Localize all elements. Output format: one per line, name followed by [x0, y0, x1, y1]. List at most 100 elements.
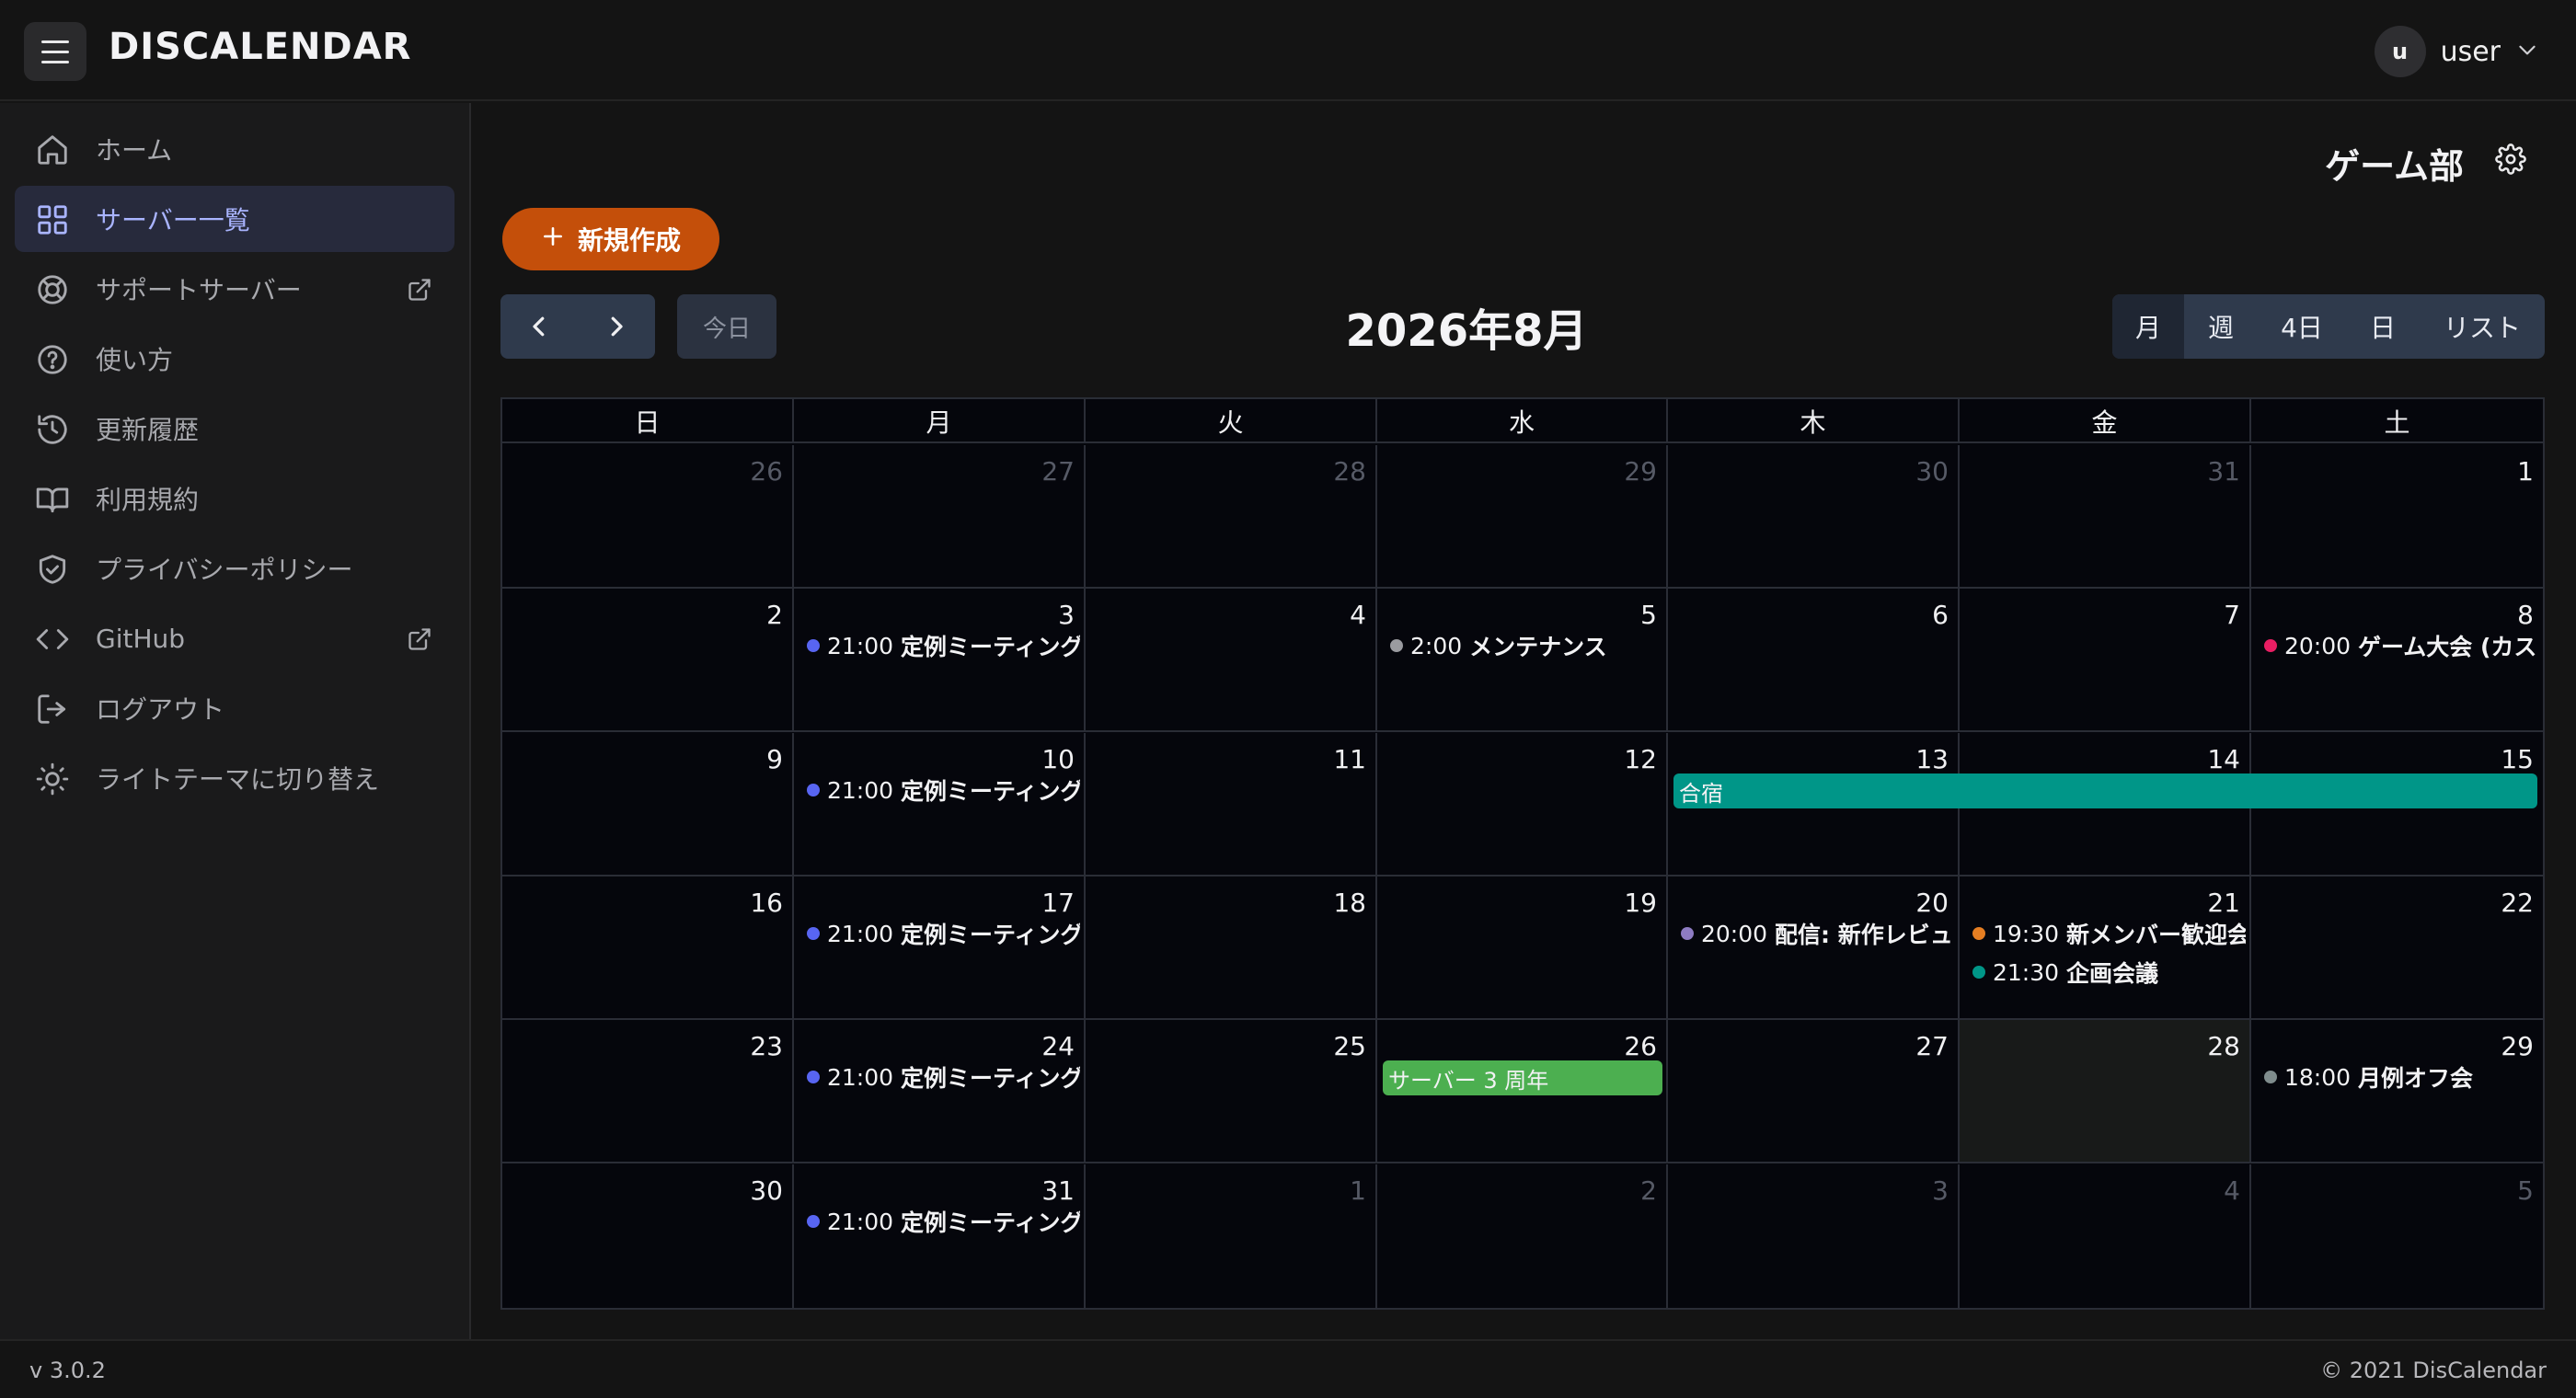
main-content: ゲーム部 新規作成 今日 2026年8月 月 週 4日 日 リスト 日月火水木金…: [473, 103, 2576, 1339]
view-list-button[interactable]: リスト: [2420, 294, 2545, 359]
event-title: 定例ミーティング: [901, 778, 1080, 805]
sidebar-item-label: ライトテーマに切り替え: [96, 764, 380, 795]
day-cell[interactable]: 3: [1668, 1164, 1960, 1308]
sidebar-item-changelog[interactable]: 更新履歴: [15, 395, 454, 462]
day-number: 14: [2207, 744, 2240, 774]
create-event-button[interactable]: 新規作成: [502, 208, 719, 270]
event-title: 月例オフ会: [2358, 1065, 2474, 1092]
day-number: 5: [1640, 600, 1657, 630]
day-number: 25: [1333, 1031, 1366, 1061]
prev-month-button[interactable]: [500, 294, 578, 359]
day-cell[interactable]: 29: [1377, 445, 1668, 589]
day-cell[interactable]: 1: [2251, 445, 2543, 589]
allday-event[interactable]: 合宿: [1673, 773, 2537, 808]
day-cell[interactable]: 27: [1668, 1020, 1960, 1163]
calendar-event[interactable]: 21:00 定例ミーティング: [807, 629, 1080, 662]
day-cell-today[interactable]: 28: [1960, 1020, 2251, 1163]
event-title: 定例ミーティング: [901, 922, 1080, 948]
gear-icon[interactable]: [2495, 143, 2526, 175]
day-number: 28: [1333, 456, 1366, 487]
weekday-header: 金: [1960, 399, 2251, 443]
day-number: 20: [1915, 888, 1949, 918]
event-time: 21:00: [827, 776, 894, 804]
day-cell[interactable]: 5: [2251, 1164, 2543, 1308]
day-cell[interactable]: 12: [1377, 733, 1668, 877]
view-4day-button[interactable]: 4日: [2258, 294, 2346, 359]
calendar-event[interactable]: 18:00 月例オフ会: [2264, 1060, 2537, 1094]
brand-logo[interactable]: DISCALENDAR: [109, 26, 411, 68]
event-title: 定例ミーティング: [901, 1209, 1080, 1236]
view-week-button[interactable]: 週: [2184, 294, 2258, 359]
sidebar-item-home[interactable]: ホーム: [15, 116, 454, 182]
day-cell[interactable]: 2: [1377, 1164, 1668, 1308]
weekday-header: 水: [1377, 399, 1668, 443]
day-number: 4: [1350, 600, 1366, 630]
day-cell[interactable]: 28: [1086, 445, 1377, 589]
day-cell[interactable]: 30: [502, 1164, 794, 1308]
logout-icon: [35, 692, 70, 727]
day-cell[interactable]: 6: [1668, 589, 1960, 732]
day-cell[interactable]: 2: [502, 589, 794, 732]
day-cell[interactable]: 16: [502, 877, 794, 1020]
sun-icon: [35, 762, 70, 796]
view-day-button[interactable]: 日: [2346, 294, 2420, 359]
day-cell[interactable]: 23: [502, 1020, 794, 1163]
calendar-event[interactable]: 2:00 メンテナンス: [1390, 629, 1662, 662]
day-cell[interactable]: 19: [1377, 877, 1668, 1020]
day-cell[interactable]: 1: [1086, 1164, 1377, 1308]
user-menu[interactable]: u user: [2374, 26, 2539, 77]
day-cell[interactable]: 22: [2251, 877, 2543, 1020]
sidebar-item-terms[interactable]: 利用規約: [15, 465, 454, 532]
day-cell[interactable]: 26: [502, 445, 794, 589]
day-cell[interactable]: 11: [1086, 733, 1377, 877]
day-cell[interactable]: 30: [1668, 445, 1960, 589]
day-cell[interactable]: 18: [1086, 877, 1377, 1020]
sidebar-item-usage[interactable]: 使い方: [15, 326, 454, 392]
calendar-event[interactable]: 19:30 新メンバー歓迎会: [1972, 917, 2246, 950]
calendar-event[interactable]: 21:00 定例ミーティング: [807, 773, 1080, 807]
app-footer: v 3.0.2 © 2021 DisCalendar: [0, 1339, 2576, 1398]
sidebar-item-logout[interactable]: ログアウト: [15, 675, 454, 741]
day-cell[interactable]: 7: [1960, 589, 2251, 732]
sidebar-item-servers[interactable]: サーバー一覧: [15, 186, 454, 252]
day-number: 24: [1041, 1031, 1075, 1061]
event-color-dot: [807, 639, 820, 652]
event-title: メンテナンス: [1469, 634, 1607, 660]
event-color-dot: [2264, 639, 2277, 652]
calendar-event[interactable]: 21:00 定例ミーティング: [807, 1205, 1080, 1238]
day-cell[interactable]: 25: [1086, 1020, 1377, 1163]
sidebar-item-privacy[interactable]: プライバシーポリシー: [15, 535, 454, 602]
day-cell[interactable]: 4: [1960, 1164, 2251, 1308]
day-number: 4: [2224, 1175, 2240, 1206]
day-number: 18: [1333, 888, 1366, 918]
next-month-button[interactable]: [578, 294, 655, 359]
sidebar-item-label: サポートサーバー: [96, 275, 302, 305]
day-number: 13: [1915, 744, 1949, 774]
calendar-event[interactable]: 21:00 定例ミーティング: [807, 1060, 1080, 1094]
day-cell[interactable]: 27: [794, 445, 1086, 589]
day-cell[interactable]: 4: [1086, 589, 1377, 732]
day-cell[interactable]: 31: [1960, 445, 2251, 589]
book-icon: [35, 482, 70, 517]
sidebar-item-theme-toggle[interactable]: ライトテーマに切り替え: [15, 745, 454, 811]
view-month-button[interactable]: 月: [2112, 294, 2184, 359]
event-time: 21:30: [1993, 958, 2060, 986]
day-number: 2: [766, 600, 783, 630]
today-button[interactable]: 今日: [677, 294, 776, 359]
calendar-event[interactable]: 20:00 配信: 新作レビュー: [1681, 917, 1954, 950]
event-color-dot: [807, 927, 820, 940]
sidebar-item-github[interactable]: GitHub: [15, 605, 454, 671]
event-color-dot: [807, 1071, 820, 1083]
event-time: 2:00: [1410, 632, 1463, 659]
sidebar-item-support-server[interactable]: サポートサーバー: [15, 256, 454, 322]
calendar-event[interactable]: 20:00ゲーム大会 (カスタ: [2264, 629, 2537, 662]
day-number: 28: [2207, 1031, 2240, 1061]
calendar-event[interactable]: 21:00 定例ミーティング: [807, 917, 1080, 950]
calendar-event[interactable]: 21:30 企画会議: [1972, 956, 2246, 989]
allday-event[interactable]: サーバー 3 周年: [1383, 1060, 1662, 1095]
day-cell[interactable]: 9: [502, 733, 794, 877]
sidebar-item-label: ログアウト: [96, 694, 225, 725]
hamburger-menu-button[interactable]: [24, 22, 86, 81]
avatar: u: [2374, 26, 2426, 77]
day-number: 1: [1350, 1175, 1366, 1206]
